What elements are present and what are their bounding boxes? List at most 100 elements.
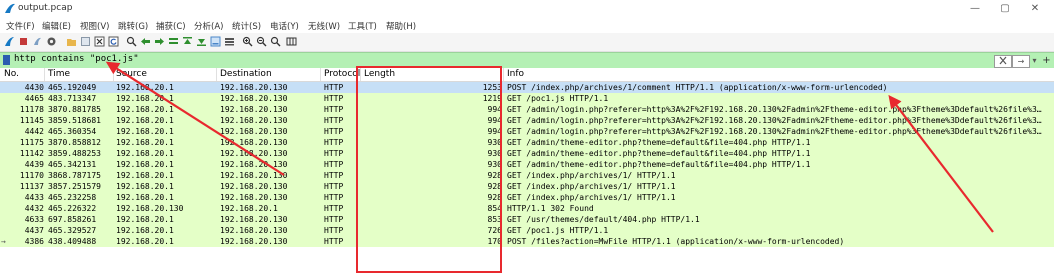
restart-icon[interactable] bbox=[32, 36, 43, 47]
column-source[interactable]: Source bbox=[116, 69, 147, 79]
go-back-icon[interactable] bbox=[140, 36, 151, 47]
menu-wireless[interactable]: 无线(W) bbox=[308, 20, 340, 32]
packet-protocol: HTTP bbox=[324, 237, 344, 246]
reload-icon[interactable] bbox=[108, 36, 119, 47]
packet-row[interactable]: 4430 465.192049 192.168.20.1 192.168.20.130… bbox=[0, 82, 1054, 93]
packet-destination: 192.168.20.130 bbox=[220, 83, 288, 92]
column-divider[interactable] bbox=[113, 68, 114, 81]
packet-length: 930 bbox=[487, 160, 502, 169]
packet-source: 192.168.20.1 bbox=[116, 160, 174, 169]
menu-go[interactable]: 跳转(G) bbox=[118, 20, 148, 32]
packet-source: 192.168.20.1 bbox=[116, 138, 174, 147]
open-folder-icon[interactable] bbox=[66, 36, 77, 47]
menu-capture[interactable]: 捕获(C) bbox=[156, 20, 186, 32]
column-divider[interactable] bbox=[320, 68, 321, 81]
packet-length: 930 bbox=[487, 149, 502, 158]
find-magnifier-icon[interactable] bbox=[126, 36, 137, 47]
packet-row[interactable]: 4433 465.232258 192.168.20.1 192.168.20.130… bbox=[0, 192, 1054, 203]
filter-add-button[interactable]: + bbox=[1042, 55, 1051, 66]
column-no[interactable]: No. bbox=[4, 69, 19, 79]
packet-no: 4465 bbox=[24, 94, 44, 103]
packet-destination: 192.168.20.130 bbox=[220, 127, 288, 136]
packet-row[interactable]: 11145 3859.518681 192.168.20.1 192.168.20.1… bbox=[0, 115, 1054, 126]
clear-x-icon bbox=[999, 56, 1007, 65]
packet-no: 4442 bbox=[24, 127, 44, 136]
packet-row[interactable]: 4465 483.713347 192.168.20.1 192.168.20.130… bbox=[0, 93, 1054, 104]
packet-row[interactable]: 4633 697.858261 192.168.20.1 192.168.20.130… bbox=[0, 214, 1054, 225]
display-filter-input[interactable]: http contains "poc1.js" bbox=[14, 54, 139, 64]
options-gear-icon[interactable] bbox=[46, 36, 57, 47]
menu-file[interactable]: 文件(F) bbox=[6, 20, 35, 32]
resize-columns-icon[interactable] bbox=[286, 36, 297, 47]
menu-help[interactable]: 帮助(H) bbox=[386, 20, 416, 32]
packet-time: 465.329527 bbox=[48, 226, 97, 235]
packet-destination: 192.168.20.130 bbox=[220, 138, 288, 147]
go-to-packet-icon[interactable] bbox=[168, 36, 179, 47]
packet-row[interactable]: 4442 465.360354 192.168.20.1 192.168.20.130… bbox=[0, 126, 1054, 137]
packet-info: GET /index.php/archives/1/ HTTP/1.1 bbox=[507, 182, 676, 191]
colorize-icon[interactable] bbox=[224, 36, 235, 47]
column-divider[interactable] bbox=[44, 68, 45, 81]
packet-row[interactable]: 4439 465.342131 192.168.20.1 192.168.20.130… bbox=[0, 159, 1054, 170]
minimize-button[interactable]: — bbox=[962, 1, 988, 16]
zoom-normal-icon[interactable] bbox=[270, 36, 281, 47]
menu-analyze[interactable]: 分析(A) bbox=[194, 20, 223, 32]
packet-protocol: HTTP bbox=[324, 138, 344, 147]
packet-row[interactable]: 11170 3868.787175 192.168.20.1 192.168.20.1… bbox=[0, 170, 1054, 181]
packet-protocol: HTTP bbox=[324, 149, 344, 158]
filter-history-dropdown[interactable]: ▾ bbox=[1030, 55, 1039, 66]
zoom-in-icon[interactable] bbox=[242, 36, 253, 47]
column-divider[interactable] bbox=[216, 68, 217, 81]
packet-row[interactable]: 11175 3870.858812 192.168.20.1 192.168.20.1… bbox=[0, 137, 1054, 148]
column-divider[interactable] bbox=[360, 68, 361, 81]
packet-row[interactable]: → 4386 438.409488 192.168.20.1 192.168.20.13… bbox=[0, 236, 1054, 247]
filter-clear-button[interactable] bbox=[994, 55, 1012, 68]
column-divider[interactable] bbox=[503, 68, 504, 81]
column-time[interactable]: Time bbox=[48, 69, 70, 79]
packet-time: 3859.518681 bbox=[48, 116, 101, 125]
menu-telephony[interactable]: 电话(Y) bbox=[270, 20, 299, 32]
packet-no: 11137 bbox=[19, 182, 44, 191]
stop-icon[interactable] bbox=[18, 36, 29, 47]
packet-source: 192.168.20.1 bbox=[116, 149, 174, 158]
packet-no: 4437 bbox=[24, 226, 44, 235]
packet-row[interactable]: 11178 3870.881785 192.168.20.1 192.168.20.1… bbox=[0, 104, 1054, 115]
packet-info: GET /admin/login.php?referer=http%3A%2F%… bbox=[507, 127, 1042, 136]
filter-apply-button[interactable]: → bbox=[1012, 55, 1030, 68]
menu-statistics[interactable]: 统计(S) bbox=[232, 20, 261, 32]
packet-source: 192.168.20.130 bbox=[116, 204, 184, 213]
packet-no: 4433 bbox=[24, 193, 44, 202]
packet-destination: 192.168.20.130 bbox=[220, 105, 288, 114]
column-length[interactable]: Length bbox=[364, 69, 395, 79]
packet-length: 930 bbox=[487, 138, 502, 147]
packet-length: 994 bbox=[487, 116, 502, 125]
go-last-icon[interactable] bbox=[196, 36, 207, 47]
go-first-icon[interactable] bbox=[182, 36, 193, 47]
menu-view[interactable]: 视图(V) bbox=[80, 20, 109, 32]
packet-source: 192.168.20.1 bbox=[116, 94, 174, 103]
shark-fin-start-icon[interactable] bbox=[4, 36, 15, 47]
menu-tools[interactable]: 工具(T) bbox=[348, 20, 377, 32]
packet-row[interactable]: 4432 465.226322 192.168.20.130 192.168.20.1… bbox=[0, 203, 1054, 214]
packet-row[interactable]: 11137 3857.251579 192.168.20.1 192.168.20.1… bbox=[0, 181, 1054, 192]
zoom-out-icon[interactable] bbox=[256, 36, 267, 47]
packet-source: 192.168.20.1 bbox=[116, 182, 174, 191]
maximize-button[interactable]: ▢ bbox=[992, 1, 1018, 16]
go-forward-icon[interactable] bbox=[154, 36, 165, 47]
packet-row[interactable]: 4437 465.329527 192.168.20.1 192.168.20.130… bbox=[0, 225, 1054, 236]
column-destination[interactable]: Destination bbox=[220, 69, 272, 79]
packet-length: 1219 bbox=[482, 94, 502, 103]
filter-bookmark-icon[interactable] bbox=[3, 55, 10, 65]
autoscroll-icon[interactable] bbox=[210, 36, 221, 47]
packet-length: 994 bbox=[487, 127, 502, 136]
menu-edit[interactable]: 编辑(E) bbox=[42, 20, 71, 32]
menu-bar: 文件(F) 编辑(E) 视图(V) 跳转(G) 捕获(C) 分析(A) 统计(S… bbox=[0, 17, 1054, 33]
save-file-icon[interactable] bbox=[80, 36, 91, 47]
close-file-icon[interactable] bbox=[94, 36, 105, 47]
column-info[interactable]: Info bbox=[507, 69, 524, 79]
column-protocol[interactable]: Protocol bbox=[324, 69, 360, 79]
packet-protocol: HTTP bbox=[324, 83, 344, 92]
packet-info: HTTP/1.1 302 Found bbox=[507, 204, 594, 213]
close-button[interactable]: ✕ bbox=[1022, 1, 1048, 16]
packet-row[interactable]: 11142 3859.488253 192.168.20.1 192.168.20.1… bbox=[0, 148, 1054, 159]
